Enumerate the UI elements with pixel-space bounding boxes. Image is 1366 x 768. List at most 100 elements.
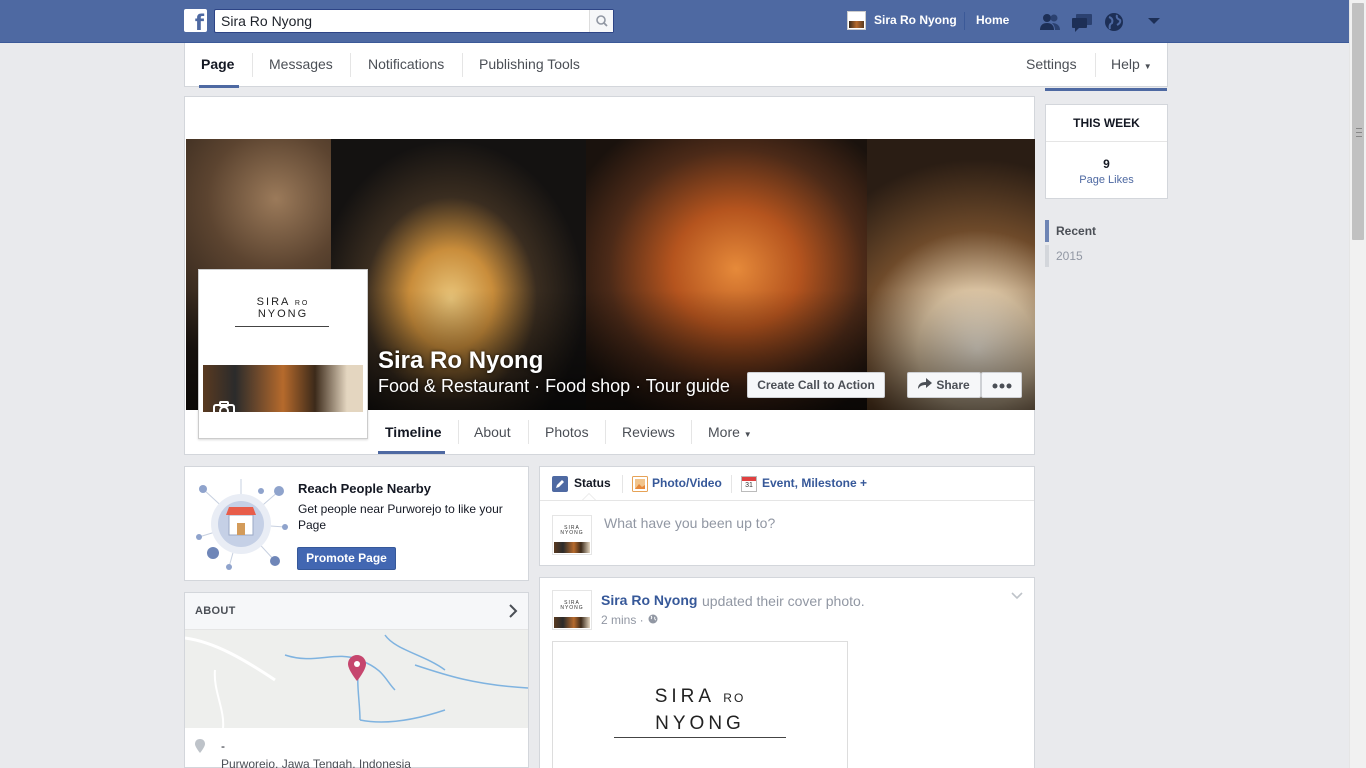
- pencil-icon: [552, 476, 568, 492]
- tab-status[interactable]: Status: [574, 476, 611, 490]
- tab-event-milestone[interactable]: Event, Milestone +: [762, 476, 867, 490]
- nav-divider: [1095, 53, 1096, 77]
- tab-messages[interactable]: Messages: [269, 43, 333, 87]
- composer-avatar-strip: [554, 542, 590, 553]
- post-image-logo-rule: [614, 737, 786, 738]
- share-button[interactable]: Share: [907, 372, 981, 398]
- account-menu-chevron-icon[interactable]: [1148, 17, 1160, 25]
- tab-help[interactable]: Help ▼: [1111, 43, 1152, 87]
- chevron-right-icon: [509, 604, 518, 618]
- user-avatar[interactable]: [847, 11, 866, 30]
- friend-requests-icon[interactable]: [1039, 12, 1061, 32]
- tab-timeline[interactable]: Timeline: [385, 410, 442, 454]
- calendar-icon-day: 31: [745, 482, 753, 489]
- ellipsis-icon: [992, 383, 1011, 389]
- post-avatar[interactable]: SIRA NYONG: [552, 590, 592, 630]
- change-cover-camera-icon[interactable]: [210, 116, 238, 140]
- about-address: -: [221, 739, 225, 753]
- tab-divider: [458, 420, 459, 444]
- notifications-globe-icon[interactable]: [1103, 12, 1125, 32]
- chevron-down-icon: ▼: [743, 430, 752, 439]
- active-tab-caret: [582, 493, 596, 500]
- location-map[interactable]: [185, 630, 528, 728]
- post-avatar-strip: [554, 617, 590, 628]
- share-label: Share: [936, 378, 970, 392]
- page-title[interactable]: Sira Ro Nyong: [378, 347, 543, 375]
- tab-publishing-tools[interactable]: Publishing Tools: [479, 43, 580, 87]
- page-likes-label[interactable]: Page Likes: [1046, 174, 1167, 186]
- page-categories: Food & Restaurant · Food shop · Tour gui…: [378, 376, 730, 396]
- nav-divider: [964, 12, 965, 30]
- search-box[interactable]: [214, 9, 614, 33]
- profile-logo-text: SIRA RO NYONG: [256, 296, 310, 320]
- year-nav-recent[interactable]: Recent: [1045, 220, 1096, 242]
- help-label: Help: [1111, 56, 1140, 72]
- right-rail-accent: [1045, 88, 1167, 91]
- post-composer: Status Photo/Video 31 Event, Milestone +…: [539, 466, 1035, 566]
- post-image-logo-text: SIRA RO NYONG: [654, 686, 746, 734]
- scrollbar-thumb[interactable]: [1352, 3, 1364, 240]
- tab-notifications[interactable]: Notifications: [368, 43, 444, 87]
- about-location[interactable]: Purworejo, Jawa Tengah, Indonesia: [221, 757, 411, 768]
- reach-title: Reach People Nearby: [298, 481, 431, 496]
- chevron-down-icon: ▼: [1143, 62, 1152, 71]
- nearby-people-illustration: [196, 479, 288, 570]
- nav-user-name[interactable]: Sira Ro Nyong: [874, 13, 957, 27]
- post-avatar-logo: SIRA NYONG: [560, 600, 584, 611]
- composer-tabs: Status Photo/Video 31 Event, Milestone +: [540, 467, 1034, 501]
- more-options-button[interactable]: [981, 372, 1022, 398]
- tab-reviews[interactable]: Reviews: [622, 410, 675, 454]
- nav-home-link[interactable]: Home: [976, 13, 1009, 27]
- photo-icon: [632, 476, 648, 492]
- reach-people-card: Reach People Nearby Get people near Purw…: [184, 466, 529, 581]
- post-cover-image[interactable]: SIRA RO NYONG: [552, 641, 848, 768]
- this-week-card[interactable]: THIS WEEK 9 Page Likes: [1045, 104, 1168, 199]
- promote-page-button[interactable]: Promote Page: [297, 547, 396, 570]
- page-admin-nav: Page Messages Notifications Publishing T…: [184, 43, 1168, 88]
- nav-divider: [462, 53, 463, 77]
- tab-photos[interactable]: Photos: [545, 410, 589, 454]
- about-header[interactable]: ABOUT: [185, 593, 528, 630]
- create-call-to-action-button[interactable]: Create Call to Action: [747, 372, 885, 398]
- tab-divider: [691, 420, 692, 444]
- tab-photo-video[interactable]: Photo/Video: [652, 476, 722, 490]
- page-likes-count: 9: [1103, 157, 1110, 171]
- reach-description: Get people near Purworejo to like your P…: [298, 502, 503, 532]
- post-options-chevron-icon[interactable]: [1011, 592, 1023, 600]
- tab-divider: [605, 420, 606, 444]
- map-pin-icon[interactable]: [348, 655, 366, 681]
- scrollbar-grip-icon: [1356, 128, 1362, 137]
- tab-about[interactable]: About: [474, 410, 511, 454]
- timeline-post: SIRA NYONG Sira Ro Nyong updated their co…: [539, 577, 1035, 768]
- location-pin-icon: [195, 739, 205, 753]
- tab-divider: [622, 475, 623, 493]
- share-arrow-icon: [918, 378, 933, 389]
- tab-divider: [528, 420, 529, 444]
- nav-divider: [350, 53, 351, 77]
- this-week-heading: THIS WEEK: [1046, 105, 1167, 142]
- search-icon: [596, 15, 608, 27]
- year-nav-2015[interactable]: 2015: [1045, 245, 1083, 267]
- active-tab-underline: [199, 85, 239, 88]
- more-label: More: [708, 424, 740, 440]
- tab-page[interactable]: Page: [201, 43, 234, 87]
- calendar-icon: 31: [741, 476, 757, 492]
- active-tab-underline: [378, 451, 445, 454]
- post-timestamp[interactable]: 2 mins ·: [601, 613, 644, 627]
- nav-divider: [252, 53, 253, 77]
- page-scrollbar[interactable]: [1349, 0, 1366, 768]
- tab-more[interactable]: More ▼: [708, 410, 752, 454]
- facebook-logo-icon[interactable]: f: [184, 9, 207, 34]
- status-input[interactable]: What have you been up to?: [604, 515, 1004, 531]
- about-card: ABOUT - Purworejo, Jawa Tengah, Indonesi…: [184, 592, 529, 768]
- tab-divider: [731, 475, 732, 493]
- post-action-text: updated their cover photo.: [702, 593, 865, 609]
- tab-settings[interactable]: Settings: [1026, 43, 1077, 87]
- change-profile-camera-icon[interactable]: [212, 400, 236, 420]
- composer-avatar-logo: SIRA NYONG: [560, 525, 584, 536]
- messages-icon[interactable]: [1071, 12, 1093, 32]
- search-input[interactable]: [215, 10, 589, 32]
- post-author-link[interactable]: Sira Ro Nyong: [601, 592, 697, 608]
- search-button[interactable]: [589, 10, 613, 32]
- public-globe-icon[interactable]: [648, 614, 658, 624]
